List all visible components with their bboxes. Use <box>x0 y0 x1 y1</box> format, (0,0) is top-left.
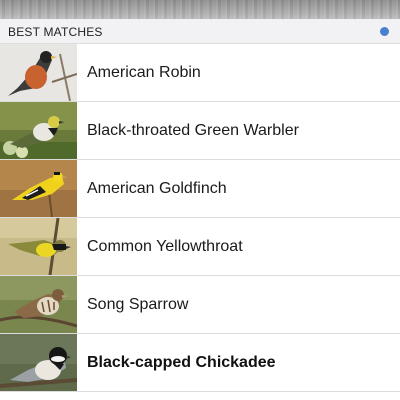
black-throated-green-warbler-photo <box>0 102 77 159</box>
match-row-common-yellowthroat[interactable]: Common Yellowthroat <box>0 218 400 276</box>
match-row-american-goldfinch[interactable]: American Goldfinch <box>0 160 400 218</box>
matches-list: American Robin Black-throated Green Warb… <box>0 44 400 392</box>
match-name: Song Sparrow <box>87 296 189 313</box>
match-row-american-robin[interactable]: American Robin <box>0 44 400 102</box>
black-capped-chickadee-photo <box>0 334 77 391</box>
photo-preview-strip <box>0 0 400 19</box>
best-matches-header: BEST MATCHES <box>0 19 400 44</box>
status-dot-icon <box>380 27 389 36</box>
bird-id-results-screen: BEST MATCHES American Robin Black-throat… <box>0 0 400 400</box>
match-name: Black-capped Chickadee <box>87 354 276 371</box>
match-row-song-sparrow[interactable]: Song Sparrow <box>0 276 400 334</box>
common-yellowthroat-photo <box>0 218 77 275</box>
section-title: BEST MATCHES <box>8 25 103 39</box>
match-row-black-throated-green-warbler[interactable]: Black-throated Green Warbler <box>0 102 400 160</box>
song-sparrow-photo <box>0 276 77 333</box>
match-name: Common Yellowthroat <box>87 238 243 255</box>
american-robin-photo <box>0 44 77 101</box>
american-goldfinch-photo <box>0 160 77 217</box>
photo-texture <box>0 0 400 19</box>
match-row-black-capped-chickadee[interactable]: Black-capped Chickadee <box>0 334 400 392</box>
match-name: American Goldfinch <box>87 180 227 197</box>
match-name: Black-throated Green Warbler <box>87 122 299 139</box>
match-name: American Robin <box>87 64 201 81</box>
